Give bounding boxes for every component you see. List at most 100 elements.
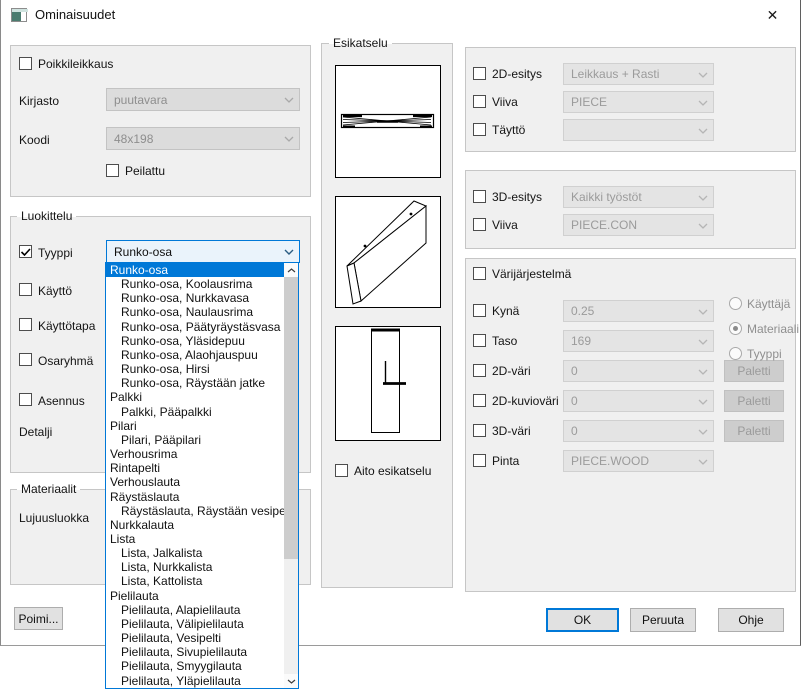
chevron-down-icon: [698, 369, 708, 375]
viiva2d-checkbox[interactable]: [473, 95, 486, 108]
osaryhma-label: Osaryhmä: [38, 354, 93, 368]
chevron-down-icon: [698, 223, 708, 229]
koodi-dropdown[interactable]: 48x198: [106, 127, 300, 150]
asennus-label: Asennus: [38, 394, 85, 408]
paletti-2d-vari-button[interactable]: Paletti: [724, 360, 784, 382]
type-option[interactable]: Nurkkalauta: [106, 518, 284, 532]
type-option[interactable]: Lista, Jalkalista: [106, 546, 284, 560]
taso-checkbox[interactable]: [473, 334, 486, 347]
scroll-down-button[interactable]: [284, 674, 298, 688]
kyna-dropdown[interactable]: 0.25: [563, 300, 714, 322]
type-option[interactable]: Pielilauta, Vesipelti: [106, 631, 284, 645]
materiaali-radio[interactable]: [729, 322, 742, 335]
lujuusluokka-label: Lujuusluokka: [19, 511, 89, 525]
tyyppi-checkbox[interactable]: [19, 245, 32, 258]
taytto-checkbox[interactable]: [473, 123, 486, 136]
kayttaja-radio[interactable]: [729, 297, 742, 310]
tyyppi-radio[interactable]: [729, 347, 742, 360]
type-option[interactable]: Rintapelti: [106, 461, 284, 475]
kirjasto-label: Kirjasto: [19, 94, 59, 108]
type-option[interactable]: Pielilauta, Yläpielilauta: [106, 674, 284, 688]
taytto-label: Täyttö: [492, 123, 525, 137]
detalji-label: Detalji: [19, 425, 52, 439]
tyyppi-dropdown[interactable]: Runko-osa: [106, 240, 300, 263]
type-option[interactable]: Runko-osa, Naulausrima: [106, 305, 284, 319]
type-option[interactable]: Pilari, Pääpilari: [106, 433, 284, 447]
type-option[interactable]: Palkki, Pääpalkki: [106, 405, 284, 419]
varijarjestelma-checkbox[interactable]: [473, 267, 486, 280]
ohje-button[interactable]: Ohje: [718, 608, 784, 632]
vari3d-value: 0: [571, 424, 578, 438]
aito-esikatselu-checkbox[interactable]: [335, 464, 348, 477]
viiva2d-dropdown[interactable]: PIECE: [563, 91, 714, 113]
taso-dropdown[interactable]: 169: [563, 330, 714, 352]
pinta-dropdown[interactable]: PIECE.WOOD: [563, 450, 714, 472]
viiva3d-dropdown[interactable]: PIECE.CON: [563, 214, 714, 236]
kyna-label: Kynä: [492, 304, 519, 318]
type-list-scrollbar[interactable]: [284, 263, 298, 688]
type-option[interactable]: Runko-osa, Päätyräystäsvasa: [106, 320, 284, 334]
pinta-checkbox[interactable]: [473, 454, 486, 467]
vari2d-dropdown[interactable]: 0: [563, 360, 714, 382]
close-icon: ✕: [767, 7, 779, 24]
kyna-checkbox[interactable]: [473, 304, 486, 317]
type-option[interactable]: Runko-osa, Räystään jatke: [106, 376, 284, 390]
kuviovari2d-checkbox[interactable]: [473, 394, 486, 407]
type-option[interactable]: Verhouslauta: [106, 475, 284, 489]
poikkileikkaus-checkbox[interactable]: [19, 57, 32, 70]
type-option[interactable]: Pielilauta: [106, 589, 284, 603]
vari2d-checkbox[interactable]: [473, 364, 486, 377]
paletti-3d-vari-button[interactable]: Paletti: [724, 420, 784, 442]
esitys3d-panel: [465, 170, 796, 249]
kuviovari2d-dropdown[interactable]: 0: [563, 390, 714, 412]
viiva2d-value: PIECE: [571, 95, 607, 109]
preview-3d-view: [335, 196, 441, 308]
taso-label: Taso: [492, 334, 517, 348]
tyyppi-radio-label: Tyyppi: [747, 347, 782, 361]
type-option[interactable]: Pielilauta, Smyygilauta: [106, 659, 284, 673]
type-option[interactable]: Runko-osa, Yläsidepuu: [106, 334, 284, 348]
type-option[interactable]: Pilari: [106, 419, 284, 433]
kirjasto-dropdown[interactable]: puutavara: [106, 88, 300, 111]
scroll-up-button[interactable]: [284, 263, 298, 277]
type-option[interactable]: Räystäslauta: [106, 490, 284, 504]
esitys2d-checkbox[interactable]: [473, 67, 486, 80]
kuviovari2d-label: 2D-kuvioväri: [492, 394, 559, 408]
type-option[interactable]: Runko-osa, Nurkkavasa: [106, 291, 284, 305]
type-option[interactable]: Pielilauta, Alapielilauta: [106, 603, 284, 617]
type-option[interactable]: Palkki: [106, 390, 284, 404]
type-option[interactable]: Verhousrima: [106, 447, 284, 461]
vari3d-dropdown[interactable]: 0: [563, 420, 714, 442]
kayttotapa-checkbox[interactable]: [19, 318, 32, 331]
type-option[interactable]: Lista: [106, 532, 284, 546]
type-dropdown-list: Runko-osaRunko-osa, KoolausrimaRunko-osa…: [105, 262, 299, 689]
materiaalit-group-title: Materiaalit: [17, 482, 80, 496]
paletti-2d-kuviovari-button[interactable]: Paletti: [724, 390, 784, 412]
viiva3d-checkbox[interactable]: [473, 218, 486, 231]
asennus-checkbox[interactable]: [19, 393, 32, 406]
kaytto-checkbox[interactable]: [19, 283, 32, 296]
type-option[interactable]: Runko-osa, Koolausrima: [106, 277, 284, 291]
ok-button[interactable]: OK: [546, 608, 619, 632]
taytto-dropdown[interactable]: [563, 119, 714, 141]
poimi-button[interactable]: Poimi...: [14, 607, 63, 630]
esitys3d-dropdown[interactable]: Kaikki työstöt: [563, 186, 714, 208]
esitys2d-dropdown[interactable]: Leikkaus + Rasti: [563, 63, 714, 85]
osaryhma-checkbox[interactable]: [19, 353, 32, 366]
type-option[interactable]: Räystäslauta, Räystään vesipelti: [106, 504, 284, 518]
type-option[interactable]: Lista, Kattolista: [106, 574, 284, 588]
type-option[interactable]: Lista, Nurkkalista: [106, 560, 284, 574]
type-option[interactable]: Pielilauta, Sivupielilauta: [106, 645, 284, 659]
type-option[interactable]: Runko-osa: [106, 263, 284, 277]
close-button[interactable]: ✕: [750, 0, 795, 30]
vari3d-checkbox[interactable]: [473, 424, 486, 437]
scrollbar-thumb[interactable]: [284, 277, 298, 559]
type-option[interactable]: Runko-osa, Alaohjauspuu: [106, 348, 284, 362]
type-option[interactable]: Runko-osa, Hirsi: [106, 362, 284, 376]
esitys3d-value: Kaikki työstöt: [571, 190, 642, 204]
peilattu-checkbox[interactable]: [106, 164, 119, 177]
esitys3d-checkbox[interactable]: [473, 190, 486, 203]
peruuta-button[interactable]: Peruuta: [630, 608, 696, 632]
type-option[interactable]: Pielilauta, Välipielilauta: [106, 617, 284, 631]
chevron-down-icon: [698, 128, 708, 134]
